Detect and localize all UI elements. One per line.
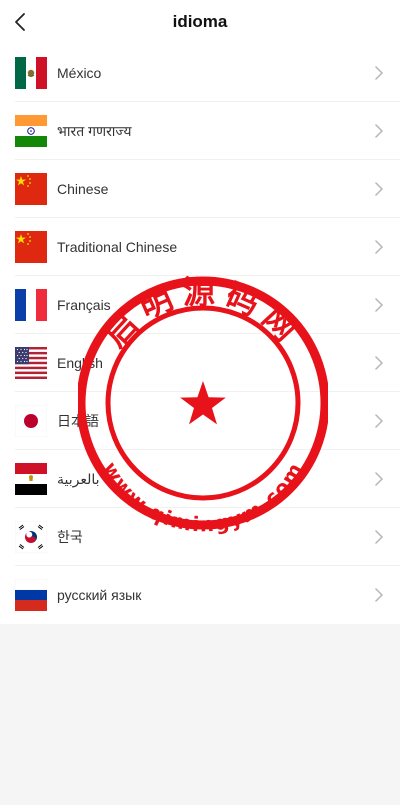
language-item-french[interactable]: Français: [0, 276, 400, 334]
language-item-russian[interactable]: русский язык: [0, 566, 400, 624]
language-item-arabic[interactable]: بالعربية: [0, 450, 400, 508]
chevron-right-icon: [375, 588, 383, 602]
language-label: Traditional Chinese: [57, 239, 178, 255]
japan-flag-icon: [15, 405, 47, 437]
language-item-english[interactable]: English: [0, 334, 400, 392]
india-flag-icon: [15, 115, 47, 147]
china-flag-icon: [15, 231, 47, 263]
chevron-right-icon: [375, 530, 383, 544]
language-item-japanese[interactable]: 日本語: [0, 392, 400, 450]
chevron-right-icon: [375, 124, 383, 138]
language-label: 日本語: [57, 413, 99, 429]
chevron-right-icon: [375, 356, 383, 370]
language-label: भारत गणराज्य: [57, 122, 132, 139]
language-label: English: [57, 355, 103, 371]
page-title: idioma: [172, 12, 228, 31]
chevron-right-icon: [375, 298, 383, 312]
header: idioma: [0, 0, 400, 44]
chevron-right-icon: [375, 472, 383, 486]
language-label: México: [57, 65, 102, 81]
russia-flag-icon: [15, 579, 47, 611]
chevron-right-icon: [375, 240, 383, 254]
language-item-traditional-chinese[interactable]: Traditional Chinese: [0, 218, 400, 276]
language-label: русский язык: [57, 587, 142, 603]
language-item-korean[interactable]: 한국: [0, 508, 400, 566]
language-item-chinese[interactable]: Chinese: [0, 160, 400, 218]
chevron-right-icon: [375, 182, 383, 196]
chevron-right-icon: [375, 414, 383, 428]
language-item-mexico[interactable]: México: [0, 44, 400, 102]
chevron-right-icon: [375, 66, 383, 80]
france-flag-icon: [15, 289, 47, 321]
china-flag-icon: [15, 173, 47, 205]
mexico-flag-icon: [15, 57, 47, 89]
language-list: México भारत गणराज्य Chinese Traditional …: [0, 44, 400, 624]
language-label: Chinese: [57, 181, 109, 197]
korea-flag-icon: [15, 521, 47, 553]
language-label: 한국: [57, 529, 83, 545]
language-label: Français: [57, 297, 111, 313]
language-item-india[interactable]: भारत गणराज्य: [0, 102, 400, 160]
egypt-flag-icon: [15, 463, 47, 495]
usa-flag-icon: [15, 347, 47, 379]
language-label: بالعربية: [57, 470, 100, 487]
